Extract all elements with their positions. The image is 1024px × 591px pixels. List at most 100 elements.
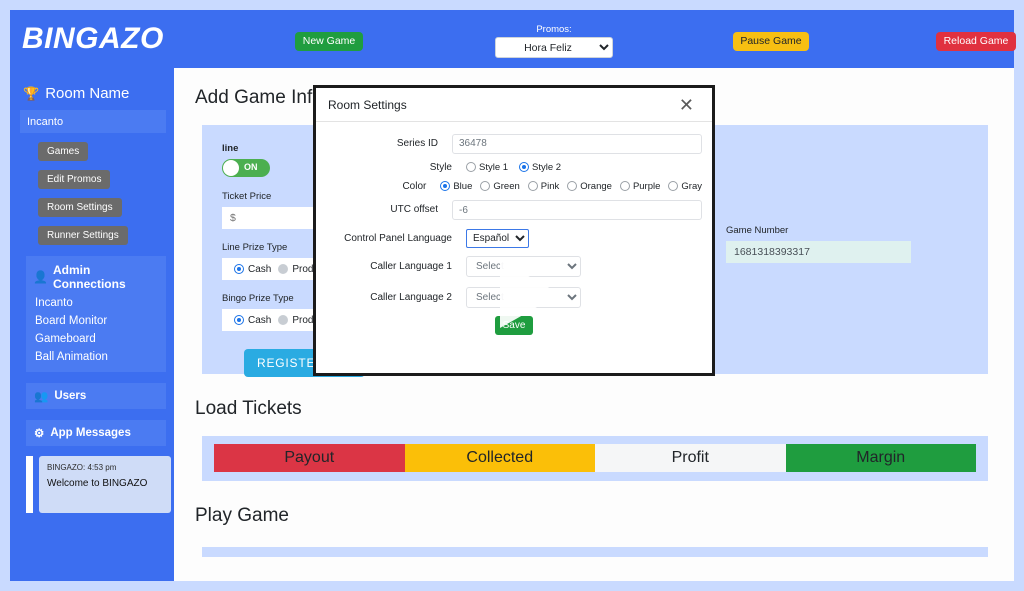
app-logo: BINGAZO	[22, 22, 164, 56]
load-tickets-title: Load Tickets	[195, 398, 1014, 420]
style-2-radio[interactable]: Style 2	[519, 162, 561, 173]
color-label: Color	[326, 181, 440, 192]
app-messages-label: App Messages	[50, 427, 131, 439]
radio-dot-icon	[620, 181, 630, 191]
field-style: Style Style 1 Style 2	[326, 162, 702, 173]
radio-dot-icon	[234, 264, 244, 274]
admin-item-board-monitor[interactable]: Board Monitor	[26, 312, 166, 330]
radio-dot-icon	[480, 181, 490, 191]
color-pink-radio[interactable]: Pink	[528, 181, 559, 192]
color-blue-radio[interactable]: Blue	[440, 181, 472, 192]
sidebar-button-room-settings[interactable]: Room Settings	[38, 198, 122, 217]
play-game-panel	[202, 547, 988, 557]
app-root: BINGAZO New Game Promos: Hora Feliz Paus…	[0, 0, 1024, 591]
color-green-radio[interactable]: Green	[480, 181, 519, 192]
radio-dot-icon	[668, 181, 678, 191]
modal-title: Room Settings	[328, 98, 407, 112]
line-prize-product-label: Prod	[292, 264, 313, 275]
sidebar-item-users[interactable]: 👥 Users	[26, 383, 166, 409]
style-2-label: Style 2	[532, 162, 561, 173]
room-settings-modal: Room Settings ✕ Series ID Style Style 1	[313, 85, 715, 376]
admin-connections-header[interactable]: 👤 Admin Connections	[26, 260, 166, 294]
line-prize-cash-radio[interactable]: Cash	[234, 264, 271, 275]
radio-dot-icon	[278, 315, 288, 325]
radio-dot-icon	[440, 181, 450, 191]
admin-item-ball-animation[interactable]: Ball Animation	[26, 348, 166, 366]
stat-profit[interactable]: Profit	[595, 444, 786, 472]
toggle-knob	[223, 160, 239, 176]
game-number-label: Game Number	[726, 225, 911, 236]
bingo-prize-product-label: Prod	[292, 315, 313, 326]
stats-row: Payout Collected Profit Margin	[214, 444, 976, 472]
color-green-label: Green	[493, 181, 519, 192]
radio-dot-icon	[234, 315, 244, 325]
close-icon[interactable]: ✕	[673, 95, 700, 115]
color-gray-radio[interactable]: Gray	[668, 181, 702, 192]
bingo-prize-product-radio[interactable]: Prod	[278, 315, 313, 326]
sidebar-button-games[interactable]: Games	[38, 142, 88, 161]
play-triangle-icon	[497, 258, 563, 330]
color-pink-label: Pink	[541, 181, 559, 192]
modal-header: Room Settings ✕	[316, 88, 712, 122]
radio-dot-icon	[567, 181, 577, 191]
line-prize-product-radio[interactable]: Prod	[278, 264, 313, 275]
field-utc-offset: UTC offset	[326, 200, 702, 221]
room-name-input[interactable]	[20, 110, 166, 133]
stat-margin[interactable]: Margin	[786, 444, 977, 472]
color-orange-radio[interactable]: Orange	[567, 181, 612, 192]
promos-label: Promos:	[490, 24, 618, 35]
user-icon: 👤	[33, 270, 48, 284]
style-1-radio[interactable]: Style 1	[466, 162, 508, 173]
admin-item-incanto[interactable]: Incanto	[26, 294, 166, 312]
color-purple-label: Purple	[633, 181, 660, 192]
play-button-overlay[interactable]	[497, 258, 563, 330]
color-blue-label: Blue	[453, 181, 472, 192]
app-message-list: BINGAZO: 4:53 pm Welcome to BINGAZO	[26, 456, 171, 513]
utc-offset-control	[452, 200, 702, 221]
stat-payout[interactable]: Payout	[214, 444, 405, 472]
users-icon: 👥	[34, 389, 48, 403]
radio-dot-icon	[278, 264, 288, 274]
series-id-input[interactable]	[452, 134, 702, 154]
play-game-title: Play Game	[195, 505, 1014, 527]
message-item: BINGAZO: 4:53 pm Welcome to BINGAZO	[39, 456, 171, 513]
radio-dot-icon	[528, 181, 538, 191]
utc-offset-label: UTC offset	[326, 204, 452, 215]
color-radio-group: Blue Green Pink Orange	[440, 181, 702, 192]
trophy-icon: 🏆	[23, 87, 39, 100]
reload-game-button[interactable]: Reload Game	[936, 32, 1016, 51]
style-label: Style	[326, 162, 466, 173]
stats-panel: Payout Collected Profit Margin	[202, 436, 988, 481]
sidebar-item-app-messages[interactable]: ⚙ App Messages	[26, 420, 166, 446]
color-purple-radio[interactable]: Purple	[620, 181, 660, 192]
caller-language-1-label: Caller Language 1	[326, 261, 466, 272]
field-control-panel-language: Control Panel Language Español	[326, 228, 702, 248]
field-series-id: Series ID	[326, 133, 702, 154]
control-panel-language-control: Español	[466, 228, 702, 248]
promos-group: Promos: Hora Feliz	[490, 24, 618, 58]
radio-dot-icon	[466, 162, 476, 172]
top-navbar: BINGAZO New Game Promos: Hora Feliz Paus…	[10, 10, 1014, 68]
admin-item-gameboard[interactable]: Gameboard	[26, 330, 166, 348]
utc-offset-input[interactable]	[452, 200, 702, 220]
series-id-control	[452, 133, 702, 154]
game-number-group: Game Number	[726, 225, 911, 263]
room-name-heading-label: Room Name	[45, 85, 129, 102]
stat-collected[interactable]: Collected	[405, 444, 596, 472]
style-radio-group: Style 1 Style 2	[466, 162, 702, 173]
caller-language-2-label: Caller Language 2	[326, 292, 466, 303]
sidebar: 🏆 Room Name Games Edit Promos Room Setti…	[10, 68, 174, 581]
new-game-button[interactable]: New Game	[295, 32, 363, 51]
radio-dot-icon	[519, 162, 529, 172]
sidebar-button-edit-promos[interactable]: Edit Promos	[38, 170, 110, 189]
control-panel-language-select[interactable]: Español	[466, 229, 529, 248]
promos-select[interactable]: Hora Feliz	[495, 37, 613, 58]
users-label: Users	[54, 390, 86, 402]
bingo-prize-cash-radio[interactable]: Cash	[234, 315, 271, 326]
pause-game-button[interactable]: Pause Game	[733, 32, 809, 51]
line-toggle[interactable]: ON	[222, 159, 270, 177]
bingo-prize-cash-label: Cash	[248, 315, 271, 326]
game-number-input[interactable]	[726, 241, 911, 263]
sidebar-button-runner-settings[interactable]: Runner Settings	[38, 226, 128, 245]
style-1-label: Style 1	[479, 162, 508, 173]
